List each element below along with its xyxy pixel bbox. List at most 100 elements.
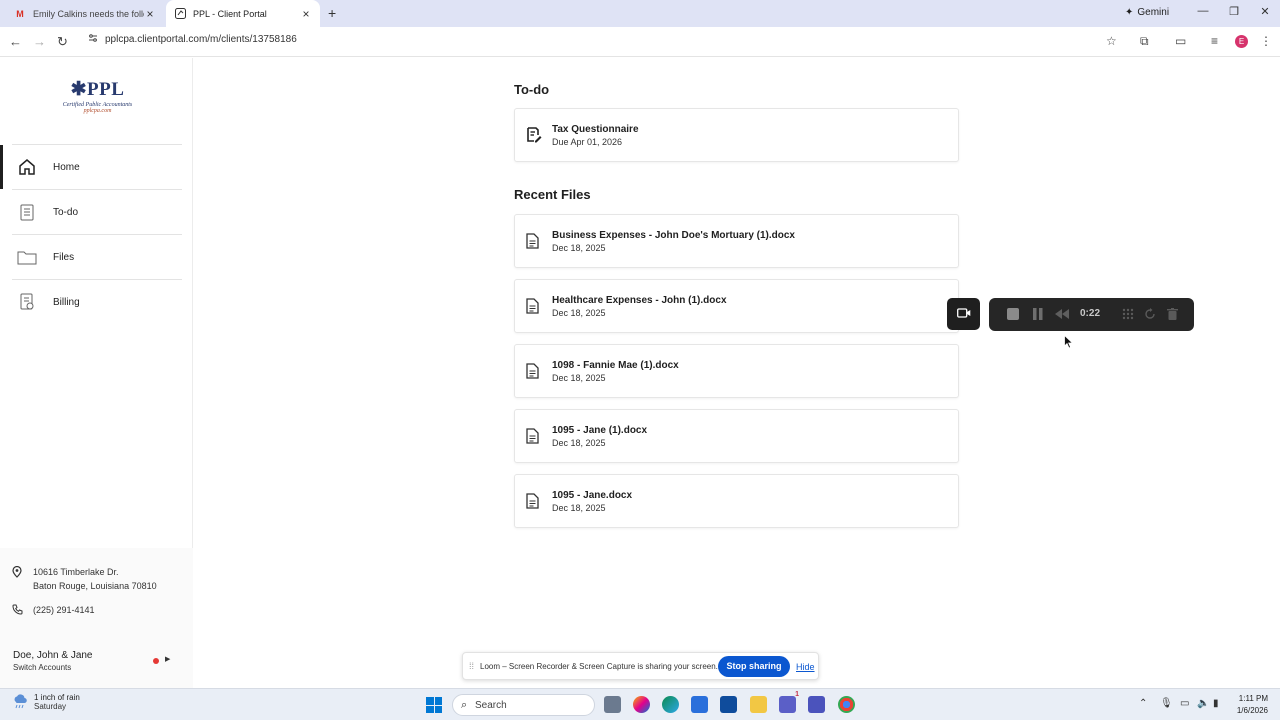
- folder-icon: [17, 247, 37, 267]
- file-name: Healthcare Expenses - John (1).docx: [552, 295, 727, 306]
- gemini-label: Gemini: [1137, 7, 1170, 18]
- copilot-icon[interactable]: [633, 696, 650, 713]
- pause-icon[interactable]: [1030, 306, 1046, 322]
- file-name: Business Expenses - John Doe's Mortuary …: [552, 230, 795, 241]
- edit-document-icon: [526, 127, 542, 143]
- chrome-icon[interactable]: [838, 696, 855, 713]
- weather-day: Saturday: [34, 702, 67, 711]
- gemini-icon: ✦: [1125, 7, 1134, 18]
- forward-button[interactable]: →: [33, 34, 46, 49]
- document-icon: [526, 363, 540, 379]
- battery-icon[interactable]: ▮: [1213, 698, 1219, 709]
- todo-title: Tax Questionnaire: [552, 124, 639, 135]
- file-date: Dec 18, 2025: [552, 503, 606, 513]
- todo-card[interactable]: Tax Questionnaire Due Apr 01, 2026: [514, 108, 959, 162]
- video-camera-icon: [956, 305, 971, 323]
- phone-number: (225) 291-4141: [33, 605, 95, 615]
- sidebar-item-billing[interactable]: Billing: [0, 280, 183, 324]
- mouse-cursor-icon: [1064, 334, 1074, 354]
- sidebar-item-label: Billing: [53, 296, 80, 308]
- clock-date: 1/6/2026: [1236, 706, 1268, 715]
- outlook-icon[interactable]: [720, 696, 737, 713]
- recording-timer: 0:22: [1080, 308, 1101, 319]
- tab-client-portal[interactable]: PPL - Client Portal ×: [166, 0, 320, 27]
- clipboard-icon: [17, 202, 37, 222]
- file-card[interactable]: Business Expenses - John Doe's Mortuary …: [514, 214, 959, 268]
- clock-time: 1:11 PM: [1238, 694, 1268, 703]
- address-line-1: 10616 Timberlake Dr.: [33, 567, 119, 577]
- close-window-button[interactable]: ✕: [1255, 5, 1275, 18]
- new-tab-button[interactable]: +: [328, 5, 336, 21]
- camera-toggle-button[interactable]: [947, 298, 980, 330]
- document-icon: [526, 428, 540, 444]
- hide-link[interactable]: Hide: [796, 662, 815, 672]
- bookmark-star-icon[interactable]: ☆: [1106, 34, 1117, 48]
- system-clock[interactable]: 1:11 PM 1/6/2026: [1228, 693, 1268, 717]
- restart-icon[interactable]: [1142, 306, 1158, 322]
- network-icon[interactable]: ▭: [1180, 698, 1189, 709]
- taskbar-search[interactable]: ⌕ Search: [452, 694, 595, 716]
- store-icon[interactable]: [691, 696, 708, 713]
- phone-icon: [12, 604, 23, 619]
- back-button[interactable]: ←: [9, 34, 22, 49]
- volume-icon[interactable]: 🔈: [1197, 698, 1209, 709]
- firm-phone[interactable]: (225) 291-4141: [12, 603, 192, 617]
- task-view-icon[interactable]: [604, 696, 621, 713]
- teams-work-icon[interactable]: [808, 696, 825, 713]
- reload-button[interactable]: ↻: [57, 34, 68, 50]
- menu-icon[interactable]: ⋮: [1260, 34, 1272, 48]
- home-icon: [17, 157, 37, 177]
- address-line-2: Baton Rouge, Louisiana 70810: [33, 581, 157, 591]
- sidebar-item-home[interactable]: Home: [0, 145, 183, 189]
- restore-button[interactable]: ❐: [1224, 5, 1244, 18]
- site-info-icon[interactable]: [88, 33, 98, 46]
- firm-logo[interactable]: ✱PPL Certified Public Accountants pplcpa…: [55, 78, 140, 114]
- tab-title: Emily Calkins needs the followi: [33, 8, 144, 19]
- microphone-icon[interactable]: 🎙: [1160, 698, 1173, 709]
- file-card[interactable]: 1098 - Fannie Mae (1).docx Dec 18, 2025: [514, 344, 959, 398]
- tab-close-icon[interactable]: ×: [300, 7, 312, 21]
- profile-avatar[interactable]: E: [1235, 35, 1248, 48]
- receipt-icon: [17, 292, 37, 312]
- tab-search-icon[interactable]: ▭: [1175, 34, 1186, 48]
- weather-widget[interactable]: 1 inch of rain Saturday: [12, 693, 80, 714]
- minimize-button[interactable]: —: [1193, 5, 1213, 17]
- edge-browser-icon[interactable]: [662, 696, 679, 713]
- browser-toolbar: ← → ↻ pplcpa.clientportal.com/m/clients/…: [0, 27, 1280, 57]
- recording-control-bar: 0:22: [989, 298, 1194, 331]
- drag-handle-icon[interactable]: ⁞⁞: [469, 661, 474, 671]
- caret-right-icon[interactable]: ▶: [165, 655, 170, 663]
- stop-sharing-button[interactable]: Stop sharing: [718, 656, 790, 677]
- sidebar-item-todo[interactable]: To-do: [0, 190, 183, 234]
- sidebar-item-label: Home: [53, 161, 80, 173]
- stop-recording-button[interactable]: [1005, 306, 1021, 322]
- file-card[interactable]: Healthcare Expenses - John (1).docx Dec …: [514, 279, 959, 333]
- sidebar-item-files[interactable]: Files: [0, 235, 183, 279]
- extensions-icon[interactable]: ⧉: [1140, 34, 1149, 49]
- firm-address: 10616 Timberlake Dr. Baton Rouge, Louisi…: [12, 565, 192, 595]
- file-explorer-icon[interactable]: [750, 696, 767, 713]
- file-card[interactable]: 1095 - Jane.docx Dec 18, 2025: [514, 474, 959, 528]
- tab-close-icon[interactable]: ×: [144, 7, 156, 21]
- show-hidden-icons-icon[interactable]: ⌃: [1139, 698, 1147, 709]
- teams-icon[interactable]: 1: [779, 691, 799, 713]
- windows-start-icon[interactable]: [426, 697, 442, 713]
- media-control-icon[interactable]: ≡: [1211, 34, 1218, 48]
- document-icon: [526, 298, 540, 314]
- draw-icon[interactable]: [1120, 306, 1136, 322]
- file-date: Dec 18, 2025: [552, 438, 606, 448]
- gemini-button[interactable]: ✦ Gemini: [1125, 7, 1169, 18]
- gmail-icon: M: [16, 8, 24, 19]
- rewind-icon[interactable]: [1054, 306, 1070, 322]
- tab-gmail[interactable]: M Emily Calkins needs the followi ×: [6, 0, 164, 27]
- document-icon: [526, 493, 540, 509]
- file-card[interactable]: 1095 - Jane (1).docx Dec 18, 2025: [514, 409, 959, 463]
- notification-dot: [153, 658, 159, 664]
- account-switcher[interactable]: Doe, John & Jane Switch Accounts: [13, 650, 93, 672]
- switch-accounts-link[interactable]: Switch Accounts: [13, 663, 93, 672]
- search-label: Search: [475, 700, 507, 711]
- trash-icon[interactable]: [1164, 306, 1180, 322]
- location-pin-icon: [12, 565, 22, 582]
- address-bar[interactable]: pplcpa.clientportal.com/m/clients/137581…: [88, 33, 297, 46]
- main-content: To-do Tax Questionnaire Due Apr 01, 2026…: [193, 58, 1280, 688]
